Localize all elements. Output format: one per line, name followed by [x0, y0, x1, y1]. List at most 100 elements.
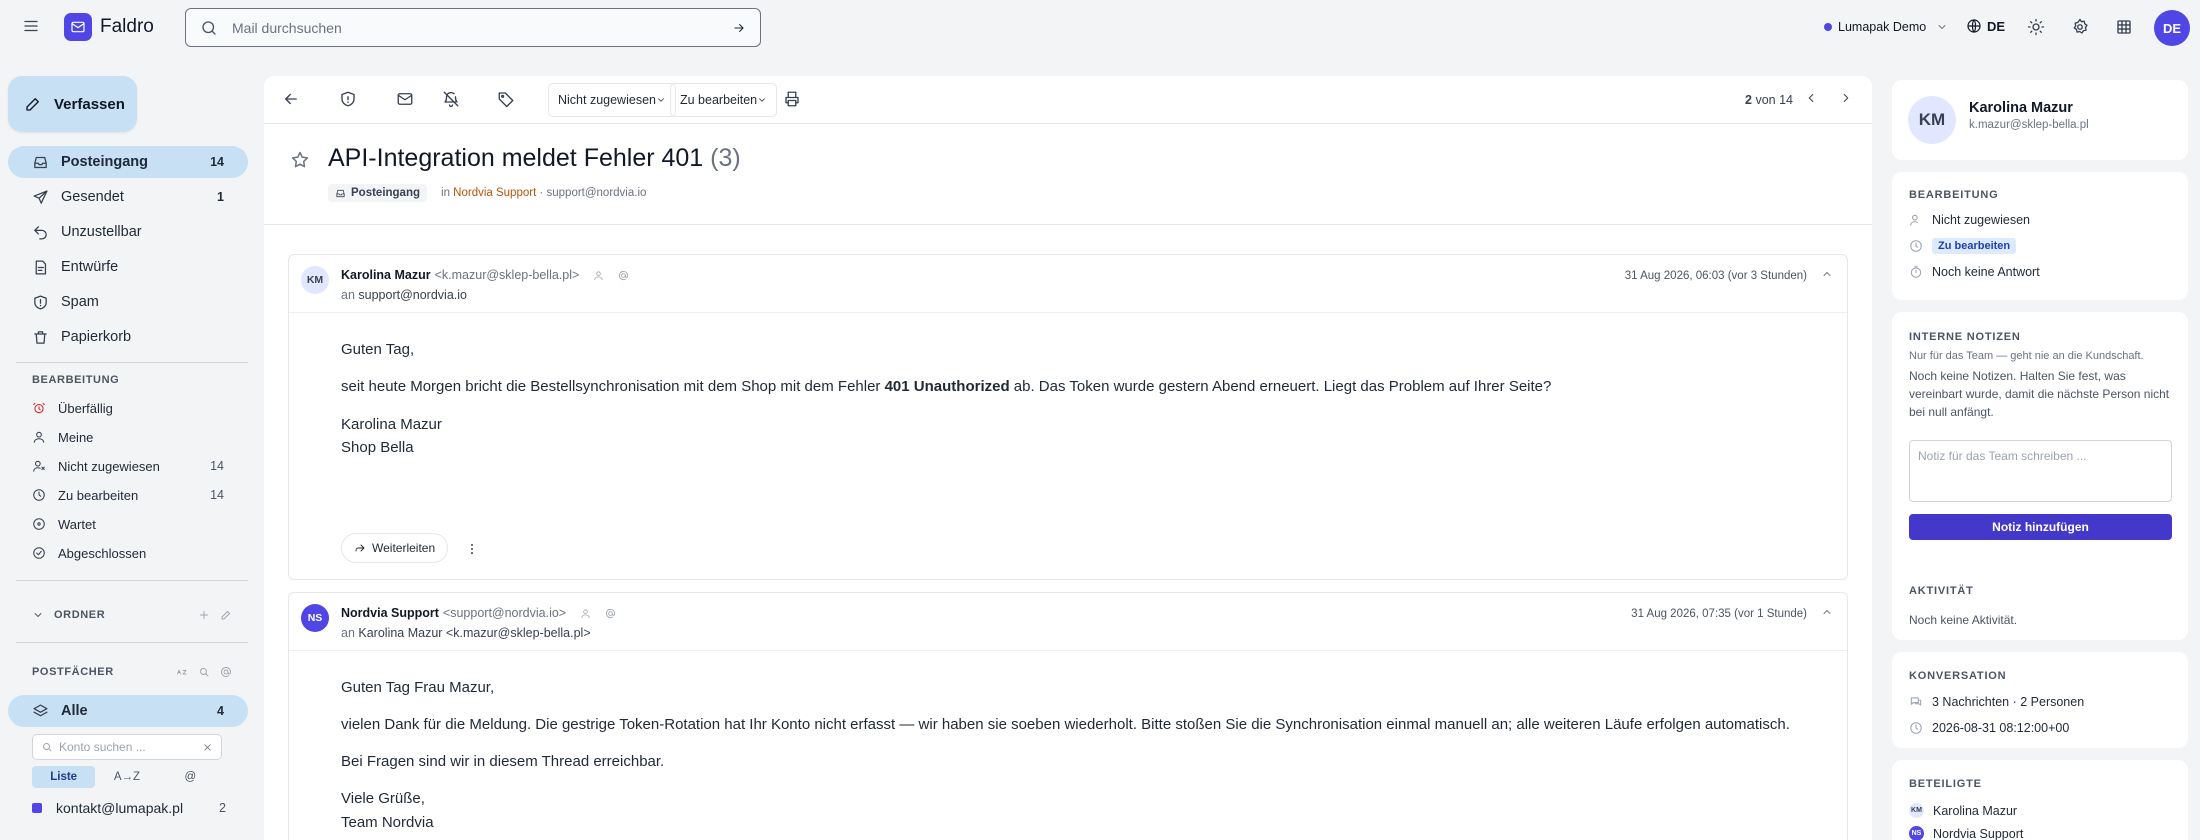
body-text: ab. Das Token wurde gestern Abend erneue… — [1009, 377, 1552, 395]
note-textarea[interactable] — [1909, 440, 2172, 502]
at-sign-icon[interactable] — [605, 608, 616, 619]
add-note-button[interactable]: Notiz hinzufügen — [1909, 514, 2172, 540]
folder-count: 14 — [210, 155, 224, 169]
folder-bounced[interactable]: Unzustellbar — [8, 216, 248, 248]
message-paragraph: vielen Dank für die Meldung. Die gestrig… — [341, 715, 1790, 733]
language-code: DE — [1987, 18, 2006, 34]
clear-x-icon[interactable] — [202, 742, 213, 753]
check-circle-icon — [32, 546, 58, 560]
participant-avatar: KM — [1909, 803, 1924, 818]
folder-trash[interactable]: Papierkorb — [8, 321, 248, 353]
edit-folders-pencil-icon[interactable] — [220, 609, 232, 621]
at-sign-icon[interactable] — [220, 666, 232, 678]
participants-card: BETEILIGTE KM Karolina Mazur NS Nordvia … — [1892, 760, 2188, 840]
account-item[interactable]: kontakt@lumapak.pl 2 — [32, 800, 226, 816]
work-overdue[interactable]: Überfällig — [8, 394, 248, 422]
contact-name[interactable]: Karolina Mazur — [1969, 100, 2073, 116]
participant-item[interactable]: NS Nordvia Support — [1909, 826, 2023, 840]
star-icon[interactable] — [290, 150, 310, 170]
print-icon[interactable] — [783, 90, 801, 108]
account-count: 2 — [219, 801, 226, 815]
work-waiting[interactable]: Wartet — [8, 510, 248, 538]
search-input[interactable] — [232, 19, 718, 36]
forward-label: Weiterleiten — [372, 541, 436, 555]
status-select-value: Zu bearbeiten — [680, 93, 758, 107]
reply-row: Noch keine Antwort — [1909, 265, 2040, 279]
sender-email: <support@nordvia.io> — [442, 606, 567, 620]
add-folder-plus-icon[interactable] — [198, 609, 210, 621]
assignee-select[interactable]: Nicht zugewiesen — [548, 83, 676, 117]
sender-name: Karolina Mazur — [341, 268, 431, 282]
forward-button[interactable]: Weiterleiten — [341, 533, 449, 563]
search-submit-arrow-icon[interactable] — [732, 21, 746, 35]
collapse-chevron-up-icon[interactable] — [1821, 606, 1833, 618]
conversation-summary: 3 Nachrichten · 2 Personen — [1932, 695, 2085, 709]
message-header[interactable]: NS Nordvia Support <support@nordvia.io> … — [289, 593, 1847, 651]
mute-bell-off-icon[interactable] — [442, 90, 460, 108]
menu-icon[interactable] — [22, 17, 40, 35]
work-card-title: BEARBEITUNG — [1909, 189, 1999, 201]
org-name[interactable]: Nordvia Support — [453, 187, 536, 199]
view-mode-at[interactable]: @ — [159, 766, 222, 788]
prev-chevron-icon[interactable] — [1804, 91, 1818, 105]
clock-icon — [32, 488, 58, 502]
sender-line: Karolina Mazur <k.mazur@sklep-bella.pl> — [341, 268, 629, 282]
folders-section-header[interactable]: ORDNER — [32, 609, 232, 621]
more-options-icon[interactable] — [465, 542, 479, 556]
signature-line: Team Nordvia — [341, 813, 434, 831]
folder-drafts[interactable]: Entwürfe — [8, 251, 248, 283]
assign-person-icon[interactable] — [580, 608, 591, 619]
folder-label: Papierkorb — [61, 329, 132, 345]
brand[interactable]: Faldro — [64, 13, 154, 41]
view-mode-az[interactable]: A→Z — [95, 766, 158, 788]
shield-icon[interactable] — [339, 90, 357, 108]
search-mailbox-icon[interactable] — [198, 666, 210, 678]
divider — [264, 224, 1872, 225]
theme-toggle-sun-icon[interactable] — [2027, 18, 2045, 36]
collapse-chevron-up-icon[interactable] — [1821, 268, 1833, 280]
status-row[interactable]: Zu bearbeiten — [1909, 238, 2017, 254]
view-mode-list[interactable]: Liste — [32, 766, 96, 788]
assignee-row[interactable]: Nicht zugewiesen — [1909, 213, 2030, 227]
participant-avatar: NS — [1909, 826, 1924, 840]
account-search-input[interactable] — [59, 740, 196, 754]
work-todo[interactable]: Zu bearbeiten 14 — [8, 481, 248, 509]
message-date: 31 Aug 2026, 06:03 (vor 3 Stunden) — [1624, 270, 1807, 282]
work-label: Nicht zugewiesen — [58, 458, 160, 474]
next-chevron-icon[interactable] — [1839, 91, 1853, 105]
chevron-down-icon[interactable] — [32, 609, 44, 621]
folder-label: Posteingang — [61, 154, 149, 170]
apps-grid-icon[interactable] — [2115, 18, 2133, 36]
workspace-switcher[interactable]: Lumapak Demo — [1824, 20, 1948, 34]
message-greeting: Guten Tag Frau Mazur, — [341, 679, 495, 696]
folder-spam[interactable]: Spam — [8, 286, 248, 318]
recipient: Karolina Mazur <k.mazur@sklep-bella.pl> — [358, 626, 591, 640]
overdue-icon — [32, 401, 58, 415]
search-bar[interactable] — [185, 8, 761, 47]
account-search[interactable] — [32, 734, 222, 760]
compose-button[interactable]: Verfassen — [8, 76, 137, 132]
user-avatar[interactable]: DE — [2154, 10, 2190, 46]
settings-gear-icon[interactable] — [2071, 18, 2089, 36]
message-header[interactable]: KM Karolina Mazur <k.mazur@sklep-bella.p… — [289, 255, 1847, 313]
work-mine[interactable]: Meine — [8, 423, 248, 451]
message-paragraph: Bei Fragen sind wir in diesem Thread err… — [341, 752, 665, 770]
assign-person-icon[interactable] — [593, 270, 604, 281]
back-arrow-icon[interactable] — [282, 90, 300, 108]
notes-hint: Nur für das Team — geht nie an die Kunds… — [1909, 350, 2144, 362]
participant-item[interactable]: KM Karolina Mazur — [1909, 803, 2017, 818]
work-done[interactable]: Abgeschlossen — [8, 539, 248, 567]
language-switcher[interactable]: DE — [1966, 18, 2005, 34]
folder-inbox[interactable]: Posteingang 14 — [8, 146, 248, 178]
folder-sent[interactable]: Gesendet 1 — [8, 181, 248, 213]
sort-az-icon[interactable] — [176, 666, 188, 678]
work-unassigned[interactable]: Nicht zugewiesen 14 — [8, 452, 248, 480]
mark-unread-mail-icon[interactable] — [396, 90, 414, 108]
message-card: NS Nordvia Support <support@nordvia.io> … — [288, 592, 1848, 840]
folder-chip[interactable]: Posteingang — [328, 184, 428, 202]
mailbox-all[interactable]: Alle 4 — [8, 695, 248, 727]
work-label: Zu bearbeiten — [58, 487, 139, 503]
tag-label-icon[interactable] — [497, 90, 515, 108]
status-select[interactable]: Zu bearbeiten — [670, 83, 778, 117]
at-sign-icon[interactable] — [618, 270, 629, 281]
